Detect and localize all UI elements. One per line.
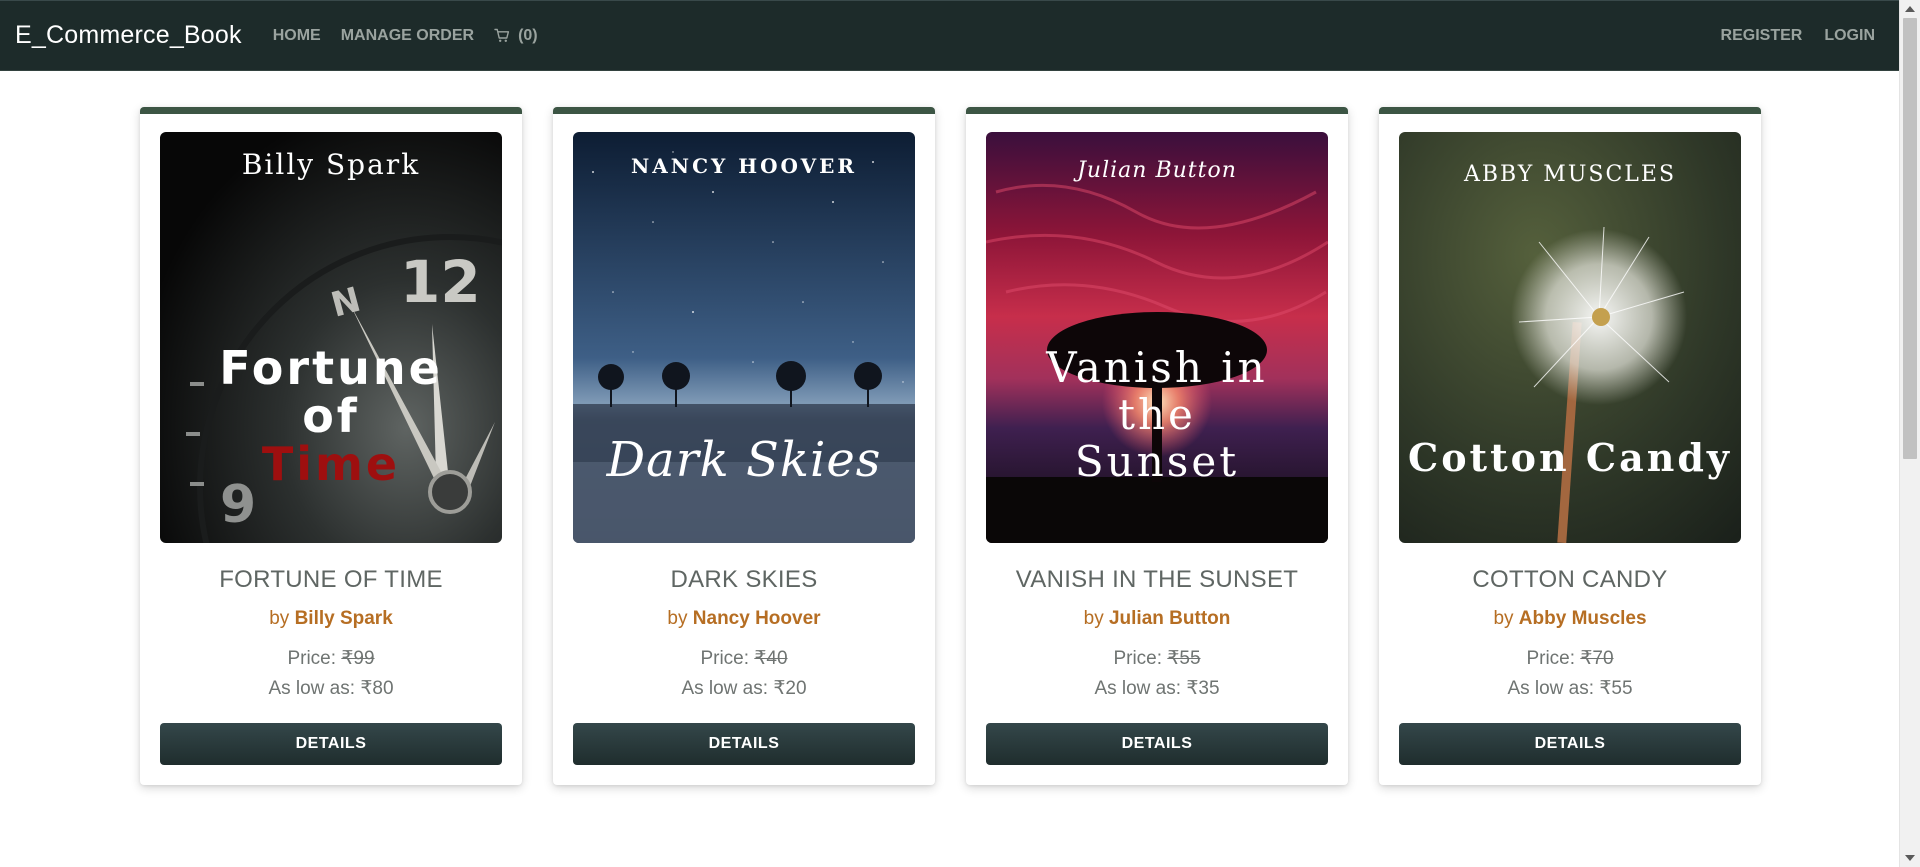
cover-title-line: the (1118, 390, 1196, 439)
original-price: Price: ₹55 (1113, 647, 1200, 670)
book-title: FORTUNE OF TIME (219, 566, 443, 593)
top-navbar: E_Commerce_Book HOME MANAGE ORDER (0) RE… (0, 0, 1899, 71)
discount-price: As low as: ₹35 (1094, 677, 1219, 700)
original-price: Price: ₹99 (287, 647, 374, 670)
cover-title-line: Vanish in (1046, 343, 1268, 392)
nav-right-group: REGISTER LOGIN (1699, 27, 1884, 45)
cover-author-text: NANCY HOOVER (630, 154, 857, 178)
book-card: ABBY MUSCLES Cotton Candy COTTON CANDY b… (1379, 107, 1761, 785)
details-button[interactable]: DETAILS (1399, 723, 1741, 765)
book-title: VANISH IN THE SUNSET (1015, 566, 1299, 593)
price-label: Price: (1526, 648, 1581, 669)
book-title: DARK SKIES (670, 566, 818, 593)
nav-login-link[interactable]: LOGIN (1824, 27, 1875, 45)
low-price-value: ₹80 (360, 678, 394, 699)
low-price-label: As low as: (681, 678, 774, 699)
details-button[interactable]: DETAILS (986, 723, 1328, 765)
price-value: ₹55 (1167, 648, 1201, 669)
price-value: ₹99 (341, 648, 375, 669)
brand-link[interactable]: E_Commerce_Book (15, 21, 242, 50)
price-label: Price: (700, 648, 755, 669)
low-price-value: ₹55 (1599, 678, 1633, 699)
book-card-grid: 12 N 9 Billy Spark Fortune of Time FORTU… (140, 107, 1761, 785)
cover-title-text: Vanish in the Sunset (986, 344, 1328, 485)
author-name[interactable]: Nancy Hoover (693, 608, 821, 629)
price-label: Price: (1113, 648, 1168, 669)
book-author: by Abby Muscles (1493, 608, 1646, 630)
nav-cart-link[interactable]: (0) (494, 27, 538, 45)
discount-price: As low as: ₹55 (1507, 677, 1632, 700)
author-name[interactable]: Billy Spark (295, 608, 393, 629)
svg-text:12: 12 (400, 248, 481, 316)
cart-count: (0) (518, 26, 538, 44)
book-cover-image[interactable]: NANCY HOOVER Dark Skies (573, 132, 915, 543)
details-button[interactable]: DETAILS (573, 723, 915, 765)
cover-author-text: ABBY MUSCLES (1463, 162, 1677, 187)
discount-price: As low as: ₹20 (681, 677, 806, 700)
by-label: by (269, 608, 290, 629)
cover-title-text: Fortune of Time (160, 344, 502, 488)
nav-home-link[interactable]: HOME (273, 27, 321, 45)
cover-title-line: Fortune (219, 341, 443, 395)
scroll-up-arrow-icon[interactable] (1905, 6, 1915, 12)
cover-title-text: Dark Skies (606, 432, 882, 488)
original-price: Price: ₹40 (700, 647, 787, 670)
details-button[interactable]: DETAILS (160, 723, 502, 765)
low-price-label: As low as: (1094, 678, 1187, 699)
cover-author-text: Billy Spark (241, 148, 421, 181)
nav-manage-order-link[interactable]: MANAGE ORDER (341, 27, 474, 45)
scroll-down-arrow-icon[interactable] (1905, 855, 1915, 861)
dandelion-cover-art (1399, 132, 1741, 543)
by-label: by (1493, 608, 1514, 629)
low-price-value: ₹35 (1186, 678, 1220, 699)
book-cover-image[interactable]: Julian Button Vanish in the Sunset (986, 132, 1328, 543)
author-name[interactable]: Abby Muscles (1519, 608, 1647, 629)
cover-title-line: Sunset (1074, 437, 1240, 486)
scrollbar-thumb[interactable] (1903, 18, 1917, 459)
low-price-value: ₹20 (773, 678, 807, 699)
book-author: by Billy Spark (269, 608, 393, 630)
by-label: by (1083, 608, 1104, 629)
cart-icon (494, 28, 510, 42)
book-card: Julian Button Vanish in the Sunset VANIS… (966, 107, 1348, 785)
discount-price: As low as: ₹80 (268, 677, 393, 700)
book-cover-image[interactable]: 12 N 9 Billy Spark Fortune of Time (160, 132, 502, 543)
book-title: COTTON CANDY (1472, 566, 1668, 593)
cover-title-line: Time (261, 437, 401, 491)
book-card: NANCY HOOVER Dark Skies DARK SKIES by Na… (553, 107, 935, 785)
price-label: Price: (287, 648, 342, 669)
book-author: by Nancy Hoover (667, 608, 820, 630)
low-price-label: As low as: (268, 678, 361, 699)
nav-register-link[interactable]: REGISTER (1721, 27, 1803, 45)
cover-author-text: Julian Button (1077, 158, 1237, 183)
book-cover-image[interactable]: ABBY MUSCLES Cotton Candy (1399, 132, 1741, 543)
original-price: Price: ₹70 (1526, 647, 1613, 670)
low-price-label: As low as: (1507, 678, 1600, 699)
vertical-scrollbar[interactable] (1899, 0, 1920, 867)
by-label: by (667, 608, 688, 629)
book-author: by Julian Button (1084, 608, 1231, 630)
price-value: ₹70 (1580, 648, 1614, 669)
author-name[interactable]: Julian Button (1109, 608, 1230, 629)
price-value: ₹40 (754, 648, 788, 669)
book-card: 12 N 9 Billy Spark Fortune of Time FORTU… (140, 107, 522, 785)
cover-title-text: Cotton Candy (1407, 435, 1733, 480)
cover-title-line: of (302, 389, 360, 443)
